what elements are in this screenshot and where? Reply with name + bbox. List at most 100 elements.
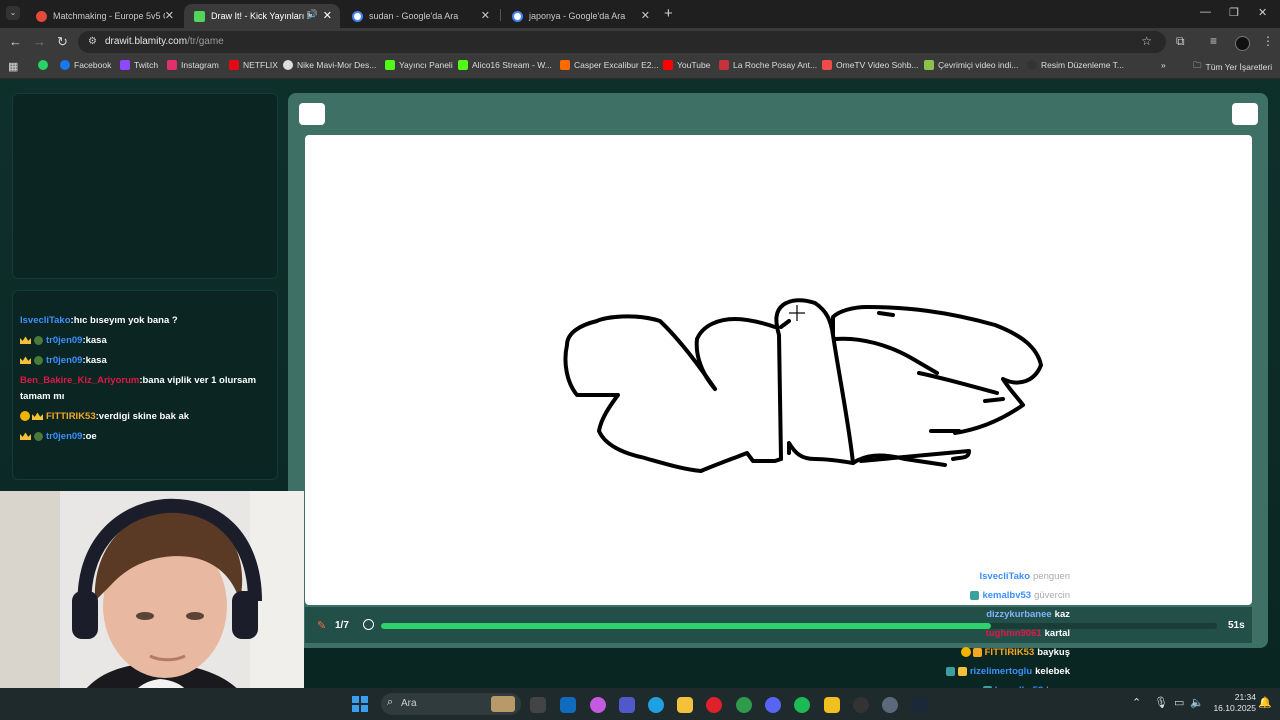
spotify-icon[interactable] — [794, 697, 810, 713]
tab-draw-it[interactable]: Draw It! - Kick Yayınları İçin 🔊 ✕ — [184, 4, 340, 28]
address-bar[interactable]: ⚙ drawit.blamity.com/tr/game ☆ — [78, 31, 1166, 53]
drawit-icon — [194, 10, 205, 22]
right-tool-button[interactable] — [1232, 103, 1258, 125]
guess-item: tughmn9061 kartal — [985, 628, 1070, 639]
kick-icon — [385, 60, 395, 70]
obs-icon[interactable] — [853, 697, 869, 713]
bookmark-yayinci-paneli[interactable]: Yayıncı Paneli — [385, 60, 453, 70]
time-progress-bar — [381, 623, 1217, 629]
close-icon[interactable]: ✕ — [641, 9, 650, 22]
new-tab-icon[interactable]: + — [664, 5, 673, 22]
tab-search-button[interactable]: ⌄ — [6, 6, 20, 20]
forward-icon[interactable]: → — [33, 34, 46, 49]
tab-sudan[interactable]: sudan - Google'da Ara ✕ — [342, 4, 498, 28]
bookmark-instagram[interactable]: Instagram — [167, 60, 219, 70]
close-icon[interactable]: ✕ — [165, 9, 174, 22]
bookmark-alico16[interactable]: Alico16 Stream - W... — [458, 60, 552, 70]
chat-message: tr0jen09:kasa — [20, 353, 272, 369]
copilot-icon[interactable] — [590, 697, 606, 713]
apps-icon[interactable]: ▦ — [8, 60, 18, 73]
timer-icon — [363, 619, 374, 630]
browser-toolbar: ← → ↻ ⚙ drawit.blamity.com/tr/game ☆ ⧉ ≡… — [0, 28, 1280, 56]
more-bookmarks-icon[interactable]: » — [1161, 60, 1166, 70]
crown-icon — [20, 432, 31, 441]
drawing-canvas[interactable] — [305, 135, 1252, 605]
bookmark-youtube[interactable]: YouTube — [663, 60, 710, 70]
bookmark-netflix[interactable]: NETFLIX — [229, 60, 278, 70]
guess-item: dizzykurbanee kaz — [986, 609, 1070, 620]
left-tool-button[interactable] — [299, 103, 325, 125]
bookmark-resim[interactable]: Resim Düzenleme T... — [1027, 60, 1124, 70]
tab-japonya[interactable]: japonya - Google'da Ara ✕ — [502, 4, 658, 28]
back-icon[interactable]: ← — [9, 34, 22, 49]
bookmark-casper[interactable]: Casper Excalibur E2... — [560, 60, 659, 70]
globe-icon — [1027, 60, 1037, 70]
steam-icon[interactable] — [911, 697, 927, 713]
restore-icon[interactable]: ❐ — [1229, 6, 1239, 19]
globe-icon — [283, 60, 293, 70]
lock-app-icon[interactable] — [824, 697, 840, 713]
close-window-icon[interactable]: ✕ — [1258, 6, 1267, 19]
microphone-icon[interactable]: 🎙 — [1154, 696, 1168, 709]
close-icon[interactable]: ✕ — [323, 9, 332, 22]
minimize-icon[interactable]: — — [1200, 6, 1211, 18]
chat-message: IsvecliTako:hıc bıseyım yok bana ? — [20, 315, 178, 326]
facebook-icon — [60, 60, 70, 70]
media-icon[interactable]: ≡ — [1210, 34, 1217, 48]
site-info-icon[interactable]: ⚙ — [88, 36, 97, 47]
settings-icon[interactable] — [882, 697, 898, 713]
bookmark-nike[interactable]: Nike Mavi-Mor Des... — [283, 60, 376, 70]
network-icon[interactable]: ▭ — [1174, 696, 1184, 709]
reload-icon[interactable]: ↻ — [57, 34, 68, 50]
notification-icon[interactable]: 🔔 — [1258, 696, 1272, 709]
extensions-icon[interactable]: ⧉ — [1176, 34, 1185, 49]
chat-message: Ben_Bakire_Kiz_Ariyorum:bana viplik ver … — [20, 375, 257, 402]
guess-item: IsvecliTako penguen — [979, 571, 1070, 582]
round-counter: 1/7 — [335, 620, 349, 631]
opera-icon[interactable] — [706, 697, 722, 713]
tab-title: Draw It! - Kick Yayınları İçin — [211, 11, 309, 21]
bookmark-facebook[interactable]: Facebook — [60, 60, 111, 70]
whatsapp-icon[interactable] — [38, 60, 52, 70]
search-icon: ⌕ — [387, 696, 394, 708]
bookmark-twitch[interactable]: Twitch — [120, 60, 158, 70]
left-panel — [12, 93, 278, 279]
instagram-icon — [167, 60, 177, 70]
all-bookmarks[interactable]: 🗀 Tüm Yer İşaretleri — [1193, 60, 1272, 74]
bookmark-la-roche[interactable]: La Roche Posay Ant... — [719, 60, 817, 70]
windows-start-icon[interactable] — [352, 696, 368, 712]
chat-message: FITTIRIK53:verdigi skine bak ak — [20, 409, 272, 425]
search-highlight-icon — [491, 696, 515, 712]
teams-icon[interactable] — [619, 697, 635, 713]
edge-icon[interactable] — [648, 697, 664, 713]
discord-icon[interactable] — [765, 697, 781, 713]
tab-matchmaking[interactable]: Matchmaking - Europe 5v5 Qu ✕ — [26, 4, 182, 28]
outlook-icon[interactable] — [560, 697, 576, 713]
bookmark-ometv[interactable]: OmeTV Video Sohb... — [822, 60, 919, 70]
taskbar-search[interactable]: ⌕ Ara — [381, 693, 521, 715]
bookmark-video-indir[interactable]: Çevrimiçi video indi... — [924, 60, 1018, 70]
file-explorer-icon[interactable] — [677, 697, 693, 713]
menu-icon[interactable]: ⋮ — [1262, 34, 1274, 48]
badge-icon — [972, 647, 982, 657]
bookmark-star-icon[interactable]: ☆ — [1141, 34, 1152, 48]
speaker-icon[interactable]: 🔊 — [307, 9, 318, 20]
kick-icon — [458, 60, 468, 70]
taskbar-clock[interactable]: 21:34 16.10.2025 — [1208, 692, 1256, 714]
url-text[interactable]: drawit.blamity.com/tr/game — [105, 36, 224, 47]
folder-icon: 🗀 — [1193, 60, 1202, 70]
task-view-icon[interactable] — [530, 697, 546, 713]
chat-panel: IsvecliTako:hıc bıseyım yok bana ? tr0je… — [12, 290, 278, 480]
crown-icon — [32, 412, 43, 421]
close-icon[interactable]: ✕ — [481, 9, 490, 22]
chevron-up-icon[interactable]: ⌃ — [1132, 696, 1141, 709]
chrome-icon[interactable] — [736, 697, 752, 713]
crown-icon — [20, 336, 31, 345]
tab-title: Matchmaking - Europe 5v5 Qu — [53, 11, 165, 21]
profile-avatar[interactable] — [1235, 36, 1250, 51]
tab-title: japonya - Google'da Ara — [529, 11, 626, 21]
volume-icon[interactable]: 🔈 — [1190, 696, 1204, 709]
faceit-icon — [36, 10, 47, 22]
bookmarks-bar: ▦ Facebook Twitch Instagram NETFLIX Nike… — [0, 56, 1280, 79]
tab-strip: ⌄ Matchmaking - Europe 5v5 Qu ✕ Draw It!… — [0, 0, 1280, 28]
